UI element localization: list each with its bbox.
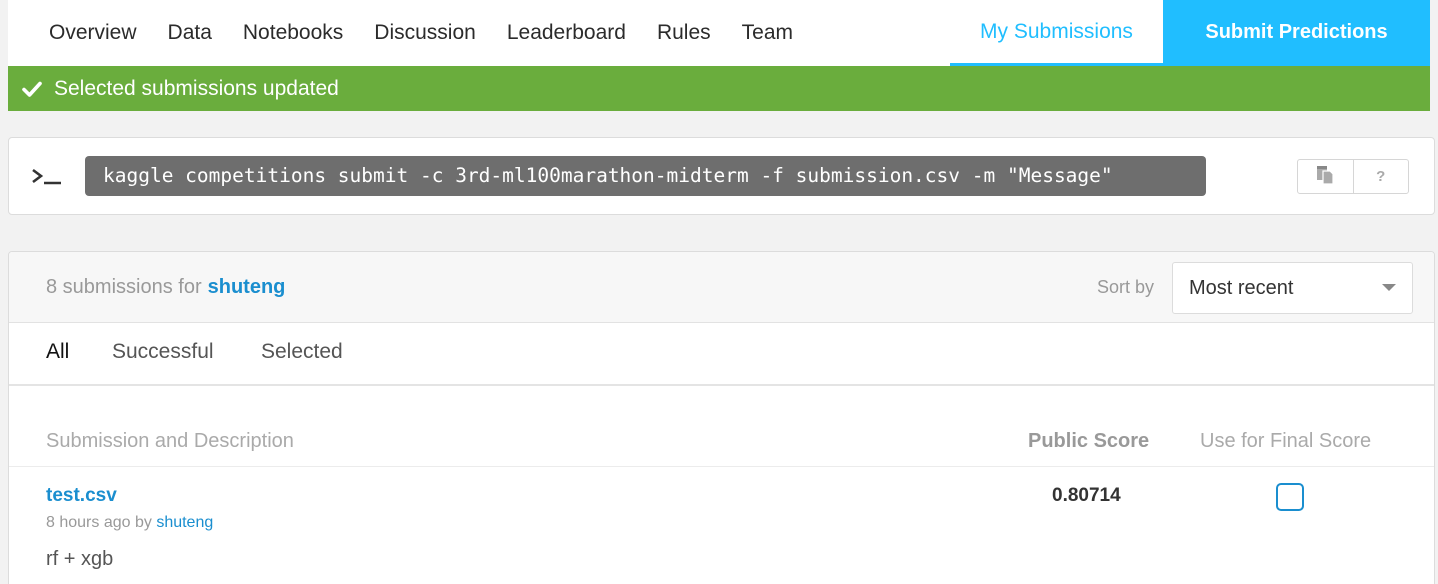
submission-user-link[interactable]: shuteng <box>208 276 286 298</box>
submission-author-link[interactable]: shuteng <box>156 514 213 531</box>
chevron-down-icon <box>1382 284 1396 291</box>
tab-team[interactable]: Team <box>742 0 793 66</box>
header-divider <box>9 466 1434 467</box>
help-button[interactable]: ? <box>1352 160 1409 193</box>
sort-label: Sort by <box>1097 277 1155 297</box>
tab-rules[interactable]: Rules <box>657 0 711 66</box>
submission-meta: 8 hours ago by shuteng <box>46 514 213 532</box>
submissions-header: 8 submissions for shuteng Sort by Most re… <box>9 252 1434 323</box>
sort-select[interactable]: Most recent <box>1172 262 1413 314</box>
submission-description: rf + xgb <box>46 548 114 570</box>
api-command-card: kaggle competitions submit -c 3rd-ml100m… <box>8 137 1435 215</box>
column-header-final-score: Use for Final Score <box>1200 430 1372 452</box>
terminal-prompt-icon <box>31 162 63 192</box>
sort-value: Most recent <box>1189 277 1294 299</box>
tab-overview[interactable]: Overview <box>49 0 137 66</box>
submission-time: 8 hours ago by <box>46 514 152 531</box>
submission-count-text: 8 submissions for <box>46 276 202 298</box>
tab-discussion[interactable]: Discussion <box>374 0 476 66</box>
column-header-public-score[interactable]: Public Score <box>1028 430 1149 453</box>
copy-button[interactable] <box>1298 160 1353 193</box>
api-button-group: ? <box>1297 159 1409 194</box>
final-score-checkbox[interactable] <box>1276 483 1304 511</box>
copy-icon <box>1314 164 1336 190</box>
tab-notebooks[interactable]: Notebooks <box>243 0 343 66</box>
submission-filters: All Successful Selected <box>9 324 1434 386</box>
submission-file-link[interactable]: test.csv <box>46 485 117 507</box>
column-header-description: Submission and Description <box>46 430 294 452</box>
success-banner: Selected submissions updated <box>8 66 1430 111</box>
check-icon <box>22 80 42 98</box>
tab-data[interactable]: Data <box>168 0 212 66</box>
submit-predictions-button[interactable]: Submit Predictions <box>1163 0 1430 66</box>
filter-successful[interactable]: Successful <box>112 340 214 364</box>
filter-selected[interactable]: Selected <box>261 340 343 364</box>
tab-my-submissions[interactable]: My Submissions <box>950 0 1163 66</box>
top-nav: Overview Data Notebooks Discussion Leade… <box>8 0 1430 66</box>
tab-leaderboard[interactable]: Leaderboard <box>507 0 626 66</box>
filter-all[interactable]: All <box>46 340 69 364</box>
submission-count: 8 submissions for shuteng <box>46 276 285 299</box>
submissions-card: 8 submissions for shuteng Sort by Most re… <box>8 251 1435 584</box>
banner-message: Selected submissions updated <box>54 76 339 100</box>
public-score: 0.80714 <box>1052 485 1121 506</box>
api-command-text[interactable]: kaggle competitions submit -c 3rd-ml100m… <box>85 156 1206 196</box>
